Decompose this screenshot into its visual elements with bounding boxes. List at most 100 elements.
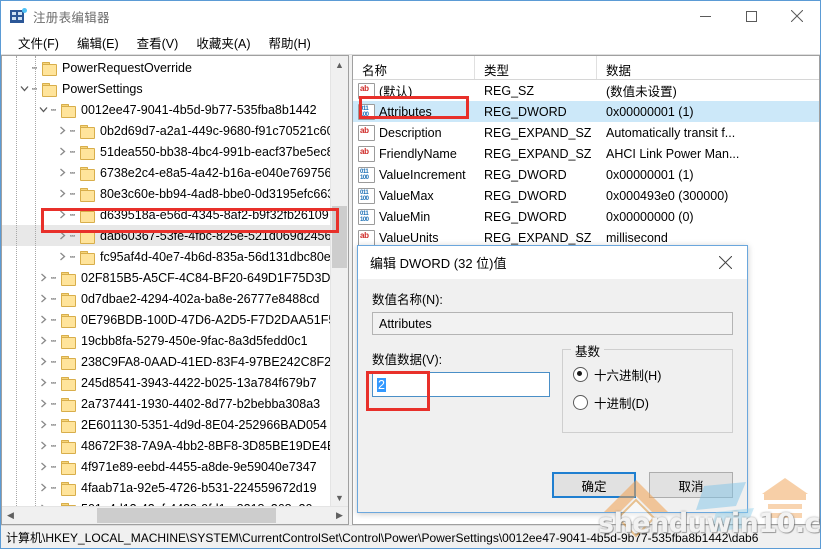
- cancel-button[interactable]: 取消: [649, 472, 733, 498]
- tree-scroll-left-arrow[interactable]: ◀: [2, 507, 19, 524]
- tree-item[interactable]: 2a737441-1930-4402-8d77-b2bebba308a3: [2, 393, 331, 414]
- ok-button[interactable]: 确定: [552, 472, 636, 498]
- dialog-close-button[interactable]: [703, 246, 747, 279]
- table-row[interactable]: ab FriendlyName REG_EXPAND_SZ AHCI Link Pow…: [353, 143, 819, 164]
- dword-value-icon: 011 100: [358, 187, 375, 204]
- tree-item[interactable]: 0d7dbae2-4294-402a-ba8e-26777e8488cd: [2, 288, 331, 309]
- table-row[interactable]: ab (默认) REG_SZ (数值未设置): [353, 80, 819, 101]
- tree-horizontal-scrollbar[interactable]: ◀ ▶: [2, 506, 348, 524]
- tree-item[interactable]: fc95af4d-40e7-4b6d-835a-56d131dbc80e: [2, 246, 331, 267]
- value-type-cell: REG_SZ: [484, 83, 535, 98]
- column-header-data[interactable]: 数据: [597, 56, 819, 79]
- tree-connector: [51, 372, 60, 393]
- value-data-input[interactable]: 2: [372, 372, 550, 397]
- tree-connector: [70, 141, 79, 162]
- chevron-right-icon[interactable]: [35, 372, 51, 393]
- value-name-input[interactable]: Attributes: [372, 312, 733, 335]
- tree-item[interactable]: 238C9FA8-0AAD-41ED-83F4-97BE242C8F20: [2, 351, 338, 372]
- chevron-right-icon[interactable]: [35, 456, 51, 477]
- chevron-right-icon[interactable]: [35, 393, 51, 414]
- chevron-right-icon[interactable]: [35, 288, 51, 309]
- chevron-right-icon[interactable]: [54, 183, 70, 204]
- column-header-name[interactable]: 名称: [353, 56, 475, 79]
- radio-decimal-label: 十进制(D): [594, 397, 649, 411]
- value-type-cell: REG_DWORD: [484, 188, 567, 203]
- table-row[interactable]: ab Description REG_EXPAND_SZ Automatically …: [353, 122, 819, 143]
- chevron-right-icon[interactable]: [35, 351, 51, 372]
- tree-vertical-scrollbar[interactable]: ▲ ▼: [330, 56, 348, 506]
- menu-item-help[interactable]: 帮助(H): [259, 31, 319, 54]
- minimize-button[interactable]: [682, 1, 728, 31]
- tree-item[interactable]: 51dea550-bb38-4bc4-991b-eacf37be5ec8: [2, 141, 334, 162]
- chevron-right-icon[interactable]: [54, 162, 70, 183]
- dialog-title: 编辑 DWORD (32 位)值: [370, 256, 507, 271]
- tree-item[interactable]: 4faab71a-92e5-4726-b531-224559672d19: [2, 477, 331, 498]
- folder-icon: [60, 103, 76, 118]
- tree-scroll-right-arrow[interactable]: ▶: [331, 507, 348, 524]
- maximize-button[interactable]: [728, 1, 774, 31]
- window-title: 注册表编辑器: [33, 10, 110, 25]
- tree-scrollbar-thumb[interactable]: [332, 206, 347, 268]
- tree-item[interactable]: PowerSettings: [2, 78, 331, 99]
- radio-decimal[interactable]: 十进制(D): [573, 393, 722, 412]
- tree-hscrollbar-thumb[interactable]: [97, 508, 276, 523]
- folder-icon: [79, 145, 95, 160]
- menu-item-edit[interactable]: 编辑(E): [68, 31, 128, 54]
- tree-item[interactable]: 80e3c60e-bb94-4ad8-bbe0-0d3195efc663: [2, 183, 334, 204]
- tree-item[interactable]: 02F815B5-A5CF-4C84-BF20-649D1F75D3D8: [2, 267, 337, 288]
- chevron-right-icon[interactable]: [35, 498, 51, 506]
- close-button[interactable]: [774, 1, 820, 31]
- table-row[interactable]: 011 100 ValueIncrement REG_DWORD 0x00000001 …: [353, 164, 819, 185]
- tree-item-label: 48672F38-7A9A-4bb2-8BF8-3D85BE19DE4E: [81, 438, 336, 453]
- chevron-down-icon[interactable]: [16, 78, 32, 99]
- tree-connector: [51, 288, 60, 309]
- dword-value-icon: 011 100: [358, 208, 375, 225]
- radio-hexadecimal[interactable]: 十六进制(H): [573, 365, 722, 384]
- menu-item-view[interactable]: 查看(V): [128, 31, 188, 54]
- chevron-right-icon[interactable]: [54, 225, 70, 246]
- chevron-right-icon[interactable]: [54, 141, 70, 162]
- tree-item-label: 0d7dbae2-4294-402a-ba8e-26777e8488cd: [81, 291, 320, 306]
- chevron-right-icon[interactable]: [35, 267, 51, 288]
- chevron-right-icon[interactable]: [35, 330, 51, 351]
- tree-item-label: fc95af4d-40e7-4b6d-835a-56d131dbc80e: [100, 249, 331, 264]
- tree-item[interactable]: 0012ee47-9041-4b5d-9b77-535fba8b1442: [2, 99, 331, 120]
- value-type-cell: REG_EXPAND_SZ: [484, 230, 592, 245]
- chevron-right-icon[interactable]: [54, 246, 70, 267]
- folder-icon: [79, 124, 95, 139]
- tree-scroll-up-arrow[interactable]: ▲: [331, 56, 348, 73]
- chevron-right-icon[interactable]: [54, 120, 70, 141]
- menu-item-favorites[interactable]: 收藏夹(A): [187, 31, 259, 54]
- tree-item[interactable]: 19cbb8fa-5279-450e-9fac-8a3d5fedd0c1: [2, 330, 331, 351]
- table-row[interactable]: 011 100 ValueMin REG_DWORD 0x00000000 (0): [353, 206, 819, 227]
- tree-item[interactable]: 2E601130-5351-4d9d-8E04-252966BAD054: [2, 414, 331, 435]
- chevron-right-icon[interactable]: [54, 204, 70, 225]
- tree-connector: [70, 246, 79, 267]
- column-header-type[interactable]: 类型: [475, 56, 597, 79]
- tree-item[interactable]: dab60367-53fe-4fbc-825e-521d069d2456: [2, 225, 331, 246]
- tree-item[interactable]: 6738e2c4-e8a5-4a42-b16a-e040e769756e: [2, 162, 338, 183]
- tree-item[interactable]: 0E796BDB-100D-47D6-A2D5-F7D2DAA51F51: [2, 309, 342, 330]
- tree-item[interactable]: 501a4d13-42af-4429-9fd1-a8218c268e20: [2, 498, 331, 506]
- tree-item[interactable]: PowerRequestOverride: [2, 57, 331, 78]
- tree-item[interactable]: 4f971e89-eebd-4455-a8de-9e59040e7347: [2, 456, 331, 477]
- tree-scroll-down-arrow[interactable]: ▼: [331, 489, 348, 506]
- tree-item-label: dab60367-53fe-4fbc-825e-521d069d2456: [100, 228, 332, 243]
- chevron-right-icon[interactable]: [35, 435, 51, 456]
- table-row[interactable]: 011 100 ValueMax REG_DWORD 0x000493e0 (30000…: [353, 185, 819, 206]
- chevron-right-icon[interactable]: [35, 309, 51, 330]
- tree-item[interactable]: d639518a-e56d-4345-8af2-b9f32fb26109: [2, 204, 331, 225]
- chevron-right-icon[interactable]: [35, 414, 51, 435]
- table-row[interactable]: 011 100 Attributes REG_DWORD 0x00000001 (1): [353, 101, 819, 122]
- chevron-right-icon[interactable]: [35, 477, 51, 498]
- menu-item-file[interactable]: 文件(F): [9, 31, 68, 54]
- status-bar-path: 计算机\HKEY_LOCAL_MACHINE\SYSTEM\CurrentCon…: [6, 530, 759, 545]
- tree-guide-line: [35, 56, 36, 506]
- tree-item[interactable]: 48672F38-7A9A-4bb2-8BF8-3D85BE19DE4E: [2, 435, 335, 456]
- chevron-down-icon[interactable]: [35, 99, 51, 120]
- tree-item[interactable]: 245d8541-3943-4422-b025-13a784f679b7: [2, 372, 331, 393]
- string-value-icon: ab: [358, 82, 375, 99]
- folder-icon: [60, 271, 76, 286]
- tree-item[interactable]: 0b2d69d7-a2a1-449c-9680-f91c70521c60: [2, 120, 334, 141]
- folder-icon: [60, 481, 76, 496]
